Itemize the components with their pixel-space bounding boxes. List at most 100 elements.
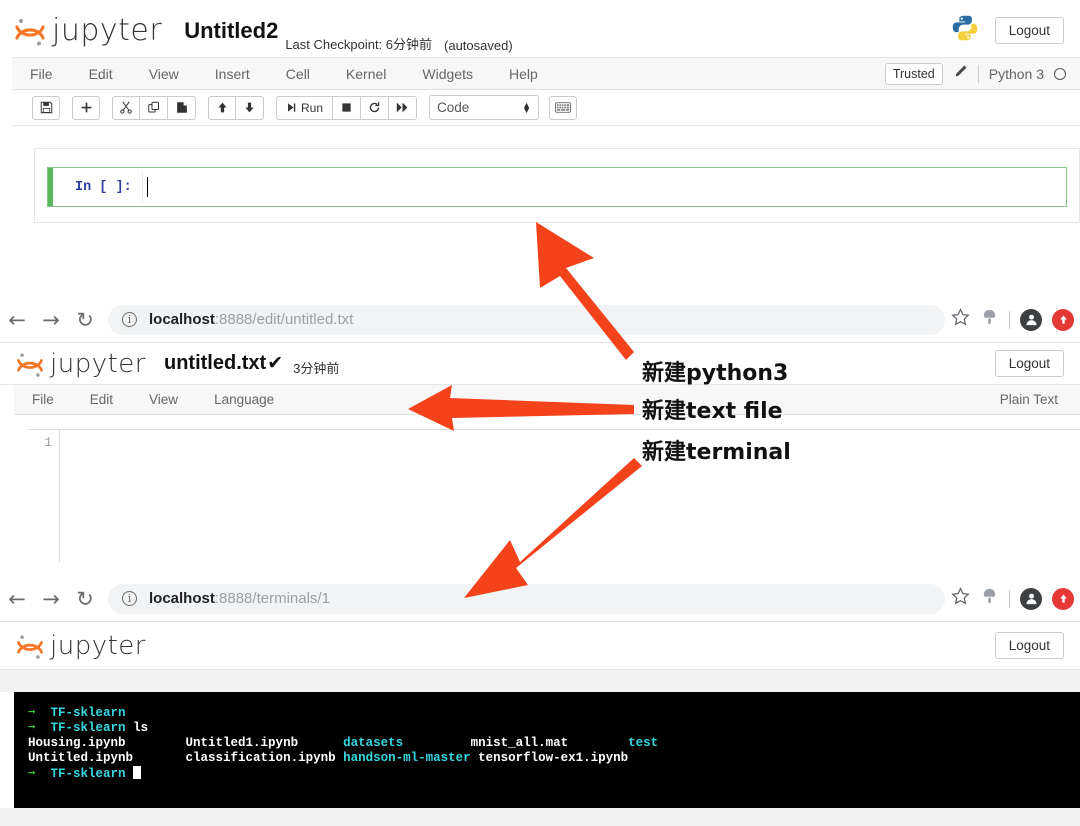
restart-kernel-button[interactable]	[361, 95, 390, 120]
ls-file: Untitled.ipynb	[28, 751, 134, 765]
extension-icon[interactable]	[980, 308, 999, 332]
notebook-toolbar: Run Code ▲ ▼	[12, 90, 1080, 126]
cell-prompt-label: In [ ]:	[75, 179, 132, 195]
run-button[interactable]: Run	[276, 95, 334, 120]
cut-button[interactable]	[112, 95, 140, 120]
move-cell-down-button[interactable]	[236, 95, 264, 120]
prompt-arrow-icon: ➞	[28, 706, 36, 720]
cell-type-value: Code	[437, 100, 470, 115]
notebook-logout-button[interactable]: Logout	[994, 16, 1064, 45]
ls-file: mnist_all.mat	[470, 736, 569, 750]
reload-icon[interactable]: ↻	[68, 308, 102, 332]
insert-cell-button[interactable]	[72, 95, 100, 120]
url-path: :8888/edit/untitled.txt	[214, 311, 354, 328]
notebook-autosaved-label: (autosaved)	[444, 38, 513, 53]
ls-dir: datasets	[343, 736, 404, 750]
address-bar[interactable]: i localhost:8888/edit/untitled.txt	[108, 304, 945, 335]
prompt-arrow-icon: ➞	[28, 721, 36, 735]
ls-file: Housing.ipynb	[28, 736, 126, 750]
back-arrow-icon[interactable]: ←	[0, 308, 34, 332]
reload-icon[interactable]: ↻	[68, 587, 102, 611]
menu-kernel[interactable]: Kernel	[328, 58, 404, 90]
menu-widgets[interactable]: Widgets	[404, 58, 491, 90]
ls-file: classification.ipynb	[185, 751, 336, 765]
code-cell-input[interactable]	[141, 172, 1064, 202]
editor-menu-language[interactable]: Language	[196, 385, 292, 415]
copy-button[interactable]	[140, 95, 168, 120]
editor-logout-button[interactable]: Logout	[994, 349, 1064, 378]
jupyter-logo-icon[interactable]: jupyter	[12, 13, 162, 48]
kernel-idle-indicator-icon	[1054, 67, 1066, 80]
annotation-new-terminal: 新建terminal	[642, 440, 791, 465]
jupyter-logo-icon[interactable]: jupyter	[14, 631, 146, 661]
terminal-console[interactable]: ➞ TF-sklearn ➞ TF-sklearn ls Housing.ipy…	[14, 692, 1080, 808]
terminal-cwd: TF-sklearn	[50, 706, 126, 720]
menu-help[interactable]: Help	[491, 58, 556, 90]
code-cell[interactable]: In [ ]:	[47, 167, 1067, 207]
editor-filename[interactable]: untitled.txt	[164, 352, 266, 375]
editor-last-saved-label: 3分钟前	[293, 361, 340, 376]
command-palette-button[interactable]	[549, 95, 578, 120]
run-label: Run	[301, 100, 324, 115]
save-button[interactable]	[32, 95, 60, 120]
chevron-updown-icon: ▲ ▼	[522, 99, 532, 115]
menu-file[interactable]: File	[12, 58, 71, 90]
editor-code-area[interactable]: 1	[28, 429, 1080, 562]
editor-browser-bar: ← → ↻ i localhost:8888/edit/untitled.txt	[0, 297, 1080, 343]
terminal-logout-button[interactable]: Logout	[994, 631, 1064, 660]
star-icon[interactable]	[951, 586, 970, 611]
editor-body: 1	[14, 415, 1080, 562]
trusted-badge[interactable]: Trusted	[884, 62, 943, 85]
terminal-header: jupyter Logout	[0, 622, 1080, 670]
url-path: :8888/terminals/1	[214, 590, 330, 607]
editor-text-content[interactable]	[60, 430, 1080, 562]
editor-mode-label: Plain Text	[999, 392, 1058, 407]
divider	[1009, 589, 1010, 608]
jupyter-logo-icon[interactable]: jupyter	[14, 349, 146, 379]
annotation-new-python3: 新建python3	[642, 361, 789, 386]
paste-button[interactable]	[168, 95, 196, 120]
menu-edit[interactable]: Edit	[71, 58, 131, 90]
forward-arrow-icon[interactable]: →	[34, 308, 68, 332]
terminal-command: ls	[133, 721, 149, 735]
menu-view[interactable]: View	[131, 58, 197, 90]
terminal-spacer	[0, 670, 1080, 692]
terminal-cwd: TF-sklearn	[50, 721, 126, 735]
jupyter-wordmark: jupyter	[50, 348, 146, 379]
star-icon[interactable]	[951, 307, 970, 332]
annotation-new-text-file: 新建text file	[642, 399, 783, 424]
back-arrow-icon[interactable]: ←	[0, 587, 34, 611]
editor-header: jupyter untitled.txt ✔ 3分钟前 Logout	[0, 343, 1080, 385]
info-circle-icon[interactable]: i	[122, 312, 137, 327]
menu-insert[interactable]: Insert	[197, 58, 268, 90]
info-circle-icon[interactable]: i	[122, 591, 137, 606]
prompt-arrow-icon: ➞	[28, 767, 36, 781]
move-cell-up-button[interactable]	[208, 95, 236, 120]
profile-avatar-icon[interactable]	[1020, 308, 1042, 331]
menu-cell[interactable]: Cell	[268, 58, 328, 90]
editor-menu-view[interactable]: View	[131, 385, 196, 415]
restart-and-run-all-button[interactable]	[389, 95, 418, 120]
editor-menubar: File Edit View Language Plain Text	[14, 385, 1080, 415]
kernel-name-label: Python 3	[988, 65, 1044, 82]
terminal-bottom-strip	[0, 808, 1080, 826]
interrupt-kernel-button[interactable]	[333, 95, 362, 120]
ls-dir: test	[628, 736, 659, 750]
notebook-title[interactable]: Untitled2	[184, 18, 278, 44]
editor-menu-file[interactable]: File	[14, 385, 72, 415]
forward-arrow-icon[interactable]: →	[34, 587, 68, 611]
address-bar[interactable]: i localhost:8888/terminals/1	[108, 583, 945, 614]
red-badge-icon[interactable]	[1052, 308, 1074, 331]
divider	[977, 64, 979, 83]
panel-gap-2	[0, 562, 1080, 576]
url-host: localhost	[149, 590, 215, 607]
url-host: localhost	[149, 311, 215, 328]
pencil-icon[interactable]	[953, 64, 968, 84]
editor-menu-edit[interactable]: Edit	[72, 385, 131, 415]
profile-avatar-icon[interactable]	[1020, 587, 1042, 610]
extension-icon[interactable]	[980, 587, 999, 611]
jupyter-wordmark: jupyter	[52, 13, 163, 48]
cell-type-select[interactable]: Code ▲ ▼	[429, 95, 540, 120]
red-badge-icon[interactable]	[1052, 587, 1074, 610]
terminal-panel: ← → ↻ i localhost:8888/terminals/1 jupyt…	[0, 576, 1080, 826]
